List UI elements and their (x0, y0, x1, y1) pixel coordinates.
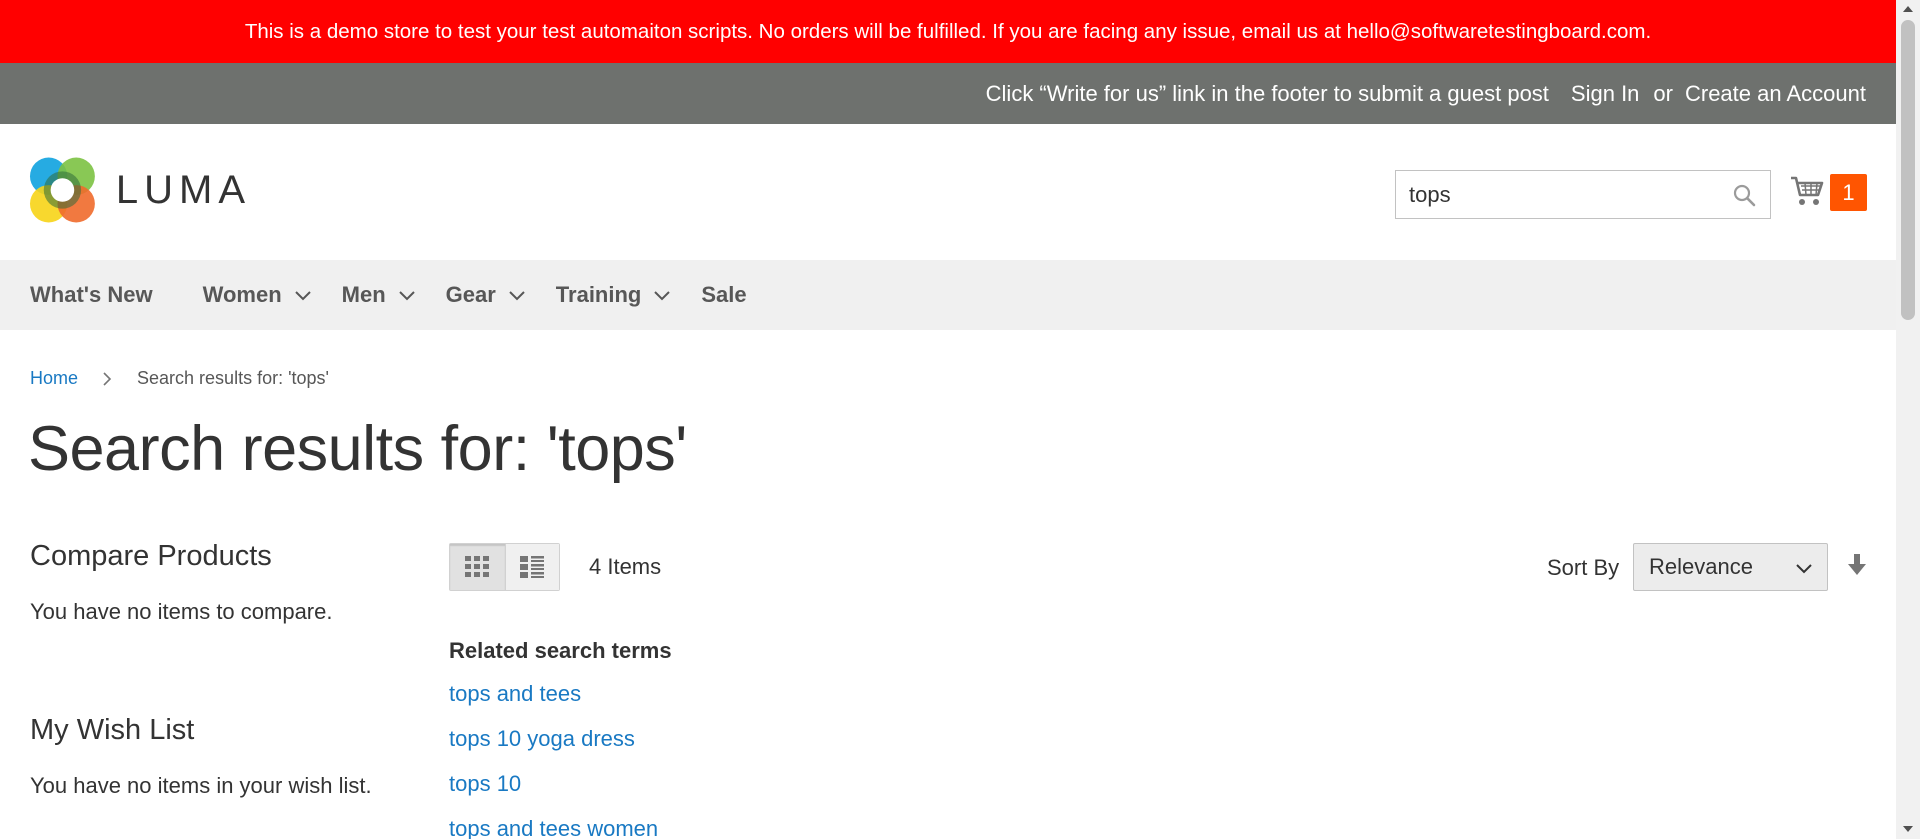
main-navigation: What's New Women Men Gear Training Sale (0, 260, 1896, 330)
sort-by-value: Relevance (1649, 554, 1753, 579)
arrow-down-icon[interactable] (1846, 553, 1868, 577)
list-view-button[interactable] (504, 544, 559, 590)
create-account-link[interactable]: Create an Account (1685, 81, 1866, 107)
nav-item-whats-new[interactable]: What's New (30, 282, 153, 308)
wishlist-title: My Wish List (30, 714, 195, 746)
compare-products-block: Compare Products You have no items to co… (30, 540, 390, 625)
nav-item-label: Training (555, 282, 642, 307)
view-mode-switcher (449, 543, 560, 591)
breadcrumb-current: Search results for: 'tops' (137, 368, 329, 388)
scrollbar-thumb[interactable] (1901, 20, 1915, 320)
related-search-title: Related search terms (449, 638, 672, 663)
related-terms-list: tops and tees tops 10 yoga dress tops 10… (449, 678, 672, 839)
related-term-link[interactable]: tops and tees (449, 678, 672, 723)
logo-wordmark: LUMA (115, 167, 251, 212)
related-term-link[interactable]: tops 10 (449, 768, 672, 813)
list-icon (520, 556, 545, 578)
wishlist-block: My Wish List You have no items in your w… (30, 714, 390, 799)
search-input[interactable] (1396, 172, 1716, 217)
related-term-link[interactable]: tops and tees women (449, 813, 672, 839)
scroll-down-arrow-icon[interactable] (1903, 826, 1913, 832)
luma-logo[interactable]: LUMA (29, 156, 251, 224)
page-scrollbar[interactable] (1896, 0, 1920, 839)
wishlist-empty-message: You have no items in your wish list. (30, 773, 372, 798)
demo-banner-text: This is a demo store to test your test a… (244, 19, 1652, 43)
grid-view-button[interactable] (450, 544, 505, 590)
compare-empty-message: You have no items to compare. (30, 599, 333, 624)
chevron-down-icon (398, 291, 415, 301)
nav-item-training[interactable]: Training (556, 282, 672, 308)
nav-item-sale[interactable]: Sale (701, 282, 746, 308)
search-icon[interactable] (1732, 183, 1756, 207)
scroll-up-arrow-icon[interactable] (1903, 6, 1913, 12)
minicart-button[interactable]: 1 (1790, 172, 1867, 212)
sort-by-label: Sort By (1547, 555, 1620, 580)
breadcrumb-home-link[interactable]: Home (30, 368, 78, 389)
luma-logo-icon (29, 157, 95, 223)
sort-by-select[interactable]: Relevance (1633, 543, 1828, 591)
items-count: 4 Items (589, 554, 662, 579)
demo-store-banner: This is a demo store to test your test a… (0, 0, 1896, 63)
cart-icon (1791, 176, 1824, 205)
compare-products-title: Compare Products (30, 540, 272, 572)
nav-item-label: Gear (445, 282, 496, 307)
nav-item-women[interactable]: Women (203, 282, 312, 308)
breadcrumb: Home Search results for: 'tops' (30, 368, 329, 389)
nav-item-label: Men (341, 282, 386, 307)
chevron-down-icon (509, 291, 525, 301)
grid-icon (465, 556, 490, 577)
products-toolbar: 4 Items Sort By Relevance (449, 543, 1869, 591)
nav-item-label: What's New (30, 282, 153, 307)
related-term-link[interactable]: tops 10 yoga dress (449, 723, 672, 768)
header-panel: Click “Write for us” link in the footer … (0, 63, 1896, 124)
chevron-right-icon (103, 371, 112, 386)
nav-item-label: Sale (701, 282, 747, 307)
or-separator: or (1653, 80, 1673, 106)
chevron-down-icon (1796, 564, 1812, 574)
related-search-terms: Related search terms tops and tees tops … (449, 638, 672, 839)
nav-item-men[interactable]: Men (342, 282, 416, 308)
nav-item-label: Women (202, 282, 282, 307)
site-header: LUMA 1 (0, 124, 1896, 260)
sign-in-link[interactable]: Sign In (1571, 81, 1640, 107)
search-box (1395, 170, 1771, 219)
chevron-down-icon (654, 291, 671, 301)
chevron-down-icon (294, 291, 311, 301)
sidebar: Compare Products You have no items to co… (30, 540, 390, 798)
nav-item-gear[interactable]: Gear (446, 282, 526, 308)
guest-post-notice: Click “Write for us” link in the footer … (985, 80, 1549, 106)
page-title: Search results for: 'tops' (28, 414, 687, 484)
cart-count-badge: 1 (1830, 174, 1867, 211)
